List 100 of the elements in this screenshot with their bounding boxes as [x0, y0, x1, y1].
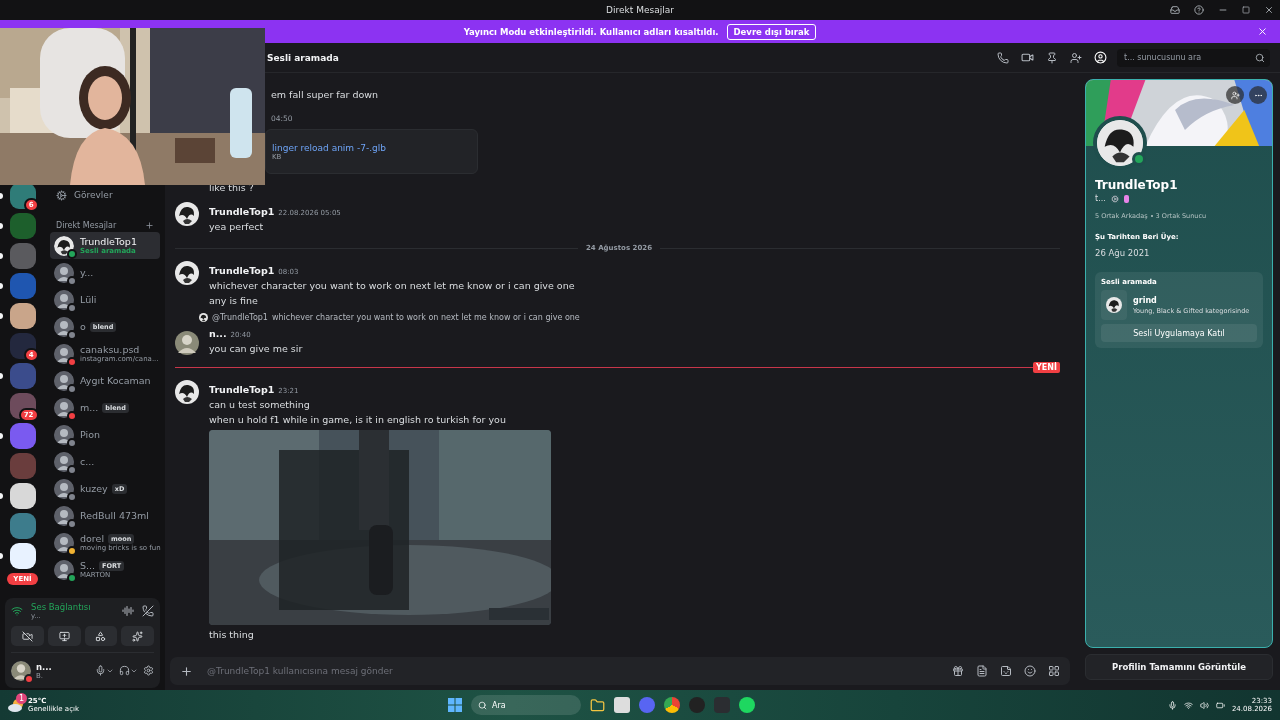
message-text: whichever character you want to work on next let me know or i can give one	[209, 279, 575, 293]
emoji-icon[interactable]	[1024, 665, 1036, 677]
reply-author[interactable]: @TrundleTop1	[212, 313, 268, 322]
hang-up-icon[interactable]	[142, 605, 154, 617]
avatar	[54, 424, 74, 445]
browser-icon[interactable]	[664, 697, 680, 713]
dm-item[interactable]: RedBull 473ml	[50, 502, 160, 529]
soundboard-button[interactable]	[121, 626, 154, 646]
channel-title: Sesli aramada	[267, 52, 340, 63]
settings-icon[interactable]	[143, 665, 154, 676]
add-friend-icon[interactable]	[1070, 51, 1082, 64]
member-since: 26 Ağu 2021	[1095, 248, 1151, 258]
notification-badge: 1	[16, 693, 27, 704]
phone-icon[interactable]	[997, 51, 1009, 64]
camera-off-icon	[21, 630, 33, 642]
server-icon[interactable]	[9, 303, 36, 329]
profile-tag: t...	[1095, 194, 1106, 203]
message-text: you can give me sir	[209, 342, 304, 356]
avatar	[54, 316, 74, 337]
message-text: can u test something	[209, 398, 311, 412]
avatar	[54, 532, 74, 553]
search-icon	[1255, 52, 1265, 63]
search-box[interactable]: t... sunucusunu ara	[1117, 48, 1270, 67]
avatar	[54, 262, 74, 283]
voice-status: Ses Bağlantısı	[31, 602, 92, 612]
sticker-icon[interactable]	[1000, 665, 1012, 677]
pin-icon[interactable]	[1046, 51, 1058, 64]
avatar	[175, 202, 199, 226]
camera-button[interactable]	[11, 626, 44, 646]
section-heading: Direkt Mesajlar	[56, 220, 117, 230]
dm-item[interactable]: Aygıt Kocaman	[50, 367, 160, 394]
video-icon[interactable]	[1021, 51, 1034, 64]
full-profile-button[interactable]: Profilin Tamamını Görüntüle	[1085, 654, 1273, 680]
message-text: yea perfect	[209, 220, 265, 234]
close-icon[interactable]	[1264, 5, 1274, 15]
author-name[interactable]: TrundleTop1	[209, 206, 275, 217]
author-name[interactable]: TrundleTop1	[209, 265, 275, 276]
server-icon[interactable]	[9, 333, 36, 359]
user-name: n...	[36, 661, 53, 672]
connection-icon	[11, 605, 23, 617]
shapes-icon	[95, 630, 107, 642]
apps-icon[interactable]	[1048, 665, 1060, 677]
avatar	[199, 313, 208, 322]
add-icon[interactable]	[180, 664, 193, 678]
search-field[interactable]: t... sunucusunu ara	[1122, 52, 1242, 63]
dm-item[interactable]: c...	[50, 448, 160, 475]
mic-icon[interactable]	[1167, 700, 1177, 710]
help-icon[interactable]	[1194, 5, 1204, 15]
file-link[interactable]: linger reload anim -7-.glb	[272, 142, 475, 153]
volume-icon[interactable]	[1199, 700, 1209, 710]
gear-icon	[1110, 194, 1119, 203]
dm-item[interactable]: y...	[50, 259, 160, 286]
search-field[interactable]: Ara	[471, 695, 581, 715]
voice-channel: grind	[1133, 295, 1158, 305]
author-name[interactable]: n...	[209, 328, 227, 339]
folder-icon[interactable]	[590, 697, 605, 713]
avatar	[175, 261, 199, 285]
reply-text: whichever character you want to work on next let me know or i can give one	[271, 313, 580, 322]
avatar	[54, 343, 74, 364]
message-text: any is fine	[209, 294, 259, 308]
server-icon[interactable]	[9, 483, 36, 509]
gem-icon	[1123, 194, 1129, 203]
avatar	[54, 478, 74, 499]
close-icon[interactable]	[1257, 26, 1268, 37]
maximize-icon[interactable]	[1242, 6, 1250, 14]
join-button[interactable]: Sesli Uygulamaya Katıl	[1101, 324, 1257, 342]
avatar	[54, 451, 74, 472]
status-dot	[24, 673, 34, 684]
add-icon[interactable]	[145, 220, 154, 230]
activities-button[interactable]	[84, 626, 118, 646]
inbox-icon[interactable]	[1170, 5, 1180, 15]
author-name[interactable]: TrundleTop1	[209, 384, 275, 395]
composer-bar[interactable]: @TrundleTop1 kullanıcısına mesaj gönder	[170, 657, 1070, 685]
avatar	[11, 660, 31, 681]
window-title: Direkt Mesajlar	[606, 5, 674, 15]
dm-item[interactable]: Lüli	[50, 286, 160, 313]
avatar	[54, 559, 74, 580]
screen-share-icon	[58, 630, 70, 642]
disable-button[interactable]: Devre dışı bırak	[726, 23, 817, 40]
avatar	[54, 505, 74, 526]
gear-icon	[56, 189, 67, 201]
avatar	[54, 289, 74, 310]
message-text: when u hold f1 while in game, is it in english ro turkish for you	[209, 413, 507, 427]
mic-icon[interactable]	[95, 665, 106, 676]
gift-icon[interactable]	[952, 665, 964, 677]
banner-text: Yayıncı Modu etkinleştirildi. Kullanıcı adları kısaltıldı.	[463, 26, 719, 37]
server-icon[interactable]	[9, 543, 36, 569]
dm-item[interactable]: Pion	[50, 421, 160, 448]
profile-name: TrundleTop1	[1095, 178, 1179, 192]
message-text: em fall super far down	[270, 88, 380, 102]
wifi-icon[interactable]	[1183, 700, 1193, 710]
avatar	[1097, 120, 1143, 166]
message-text: this thing	[209, 628, 255, 642]
tasks-link[interactable]: Görevler	[74, 190, 113, 200]
screen-share-button[interactable]	[47, 626, 81, 646]
avatar	[1106, 297, 1122, 313]
headphones-icon[interactable]	[119, 665, 130, 676]
message-field[interactable]: @TrundleTop1 kullanıcısına mesaj gönder	[205, 665, 940, 677]
battery-icon[interactable]	[1215, 700, 1225, 710]
profile-icon[interactable]	[1094, 51, 1107, 64]
